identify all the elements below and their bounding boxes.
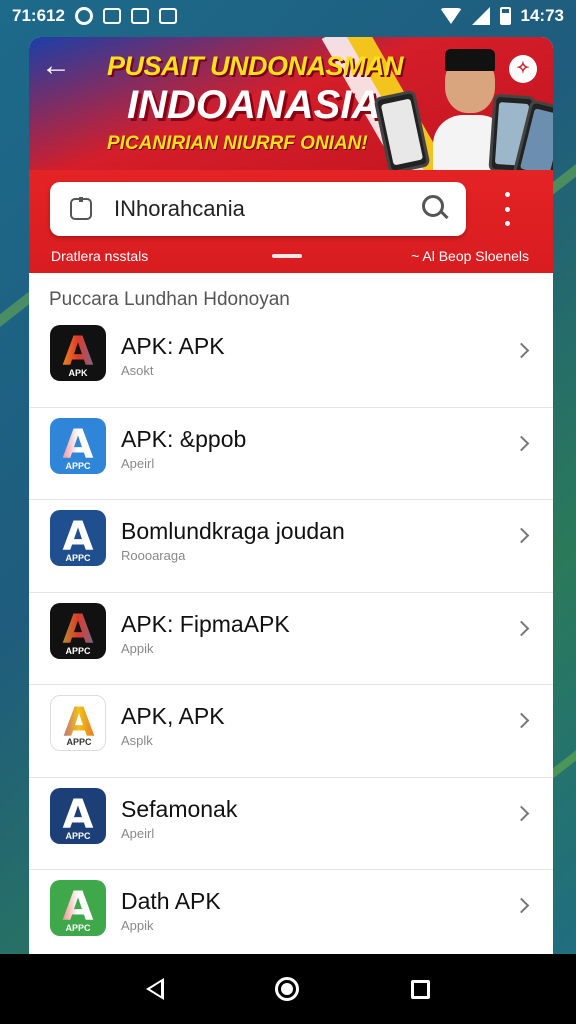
nav-back-icon[interactable]	[145, 978, 164, 1000]
app-list-item[interactable]: A APPC APK, APK Asplk	[29, 685, 553, 778]
app-name: APK, APK	[121, 703, 225, 729]
search-header: INhorahcania Dratlera nsstals ~ Al Beop …	[29, 170, 553, 273]
status-time-right: 14:73	[520, 6, 564, 25]
status-right: 14:73	[439, 6, 564, 26]
app-name: APK: FipmaAPK	[121, 610, 290, 637]
section-title: Puccara Lundhan Hdonoyan	[49, 289, 290, 310]
chevron-right-icon	[513, 342, 530, 359]
navigation-bar	[0, 954, 576, 1024]
banner-headline: PUSAIT UNDONASMAN	[107, 51, 404, 81]
chevron-right-icon	[513, 527, 530, 544]
drag-handle[interactable]	[272, 254, 302, 258]
app-icon-tag: APPC	[66, 737, 92, 747]
app-name: APK: APK	[121, 333, 225, 359]
app-list-item[interactable]: A APPC Dath APK Appik	[29, 870, 553, 955]
app-list-item[interactable]: A APPC Sefamonak Apeirl	[29, 778, 553, 870]
app-list-item[interactable]: A APPC APK: FipmaAPK Appik	[29, 593, 553, 685]
chevron-right-icon	[513, 620, 530, 636]
app-icon-tag: APPC	[65, 923, 91, 933]
status-time-left: 71:612	[12, 6, 65, 25]
status-left: 71:612	[12, 6, 177, 26]
chevron-right-icon	[513, 805, 530, 821]
badge-icon[interactable]: ✧	[509, 55, 537, 83]
search-icon[interactable]	[416, 189, 456, 229]
search-bar[interactable]: INhorahcania	[50, 182, 466, 236]
app-icon: A APPC	[50, 695, 106, 751]
gallery-icon	[158, 8, 177, 24]
promo-banner[interactable]: ← PUSAIT UNDONASMAN INDOANASIA PICANIRIA…	[29, 37, 553, 170]
app-name: Sefamonak	[121, 795, 238, 822]
app-icon: A APPC	[50, 787, 106, 844]
app-subtitle: Asplk	[121, 733, 153, 748]
app-name: Bomlundkraga joudan	[121, 518, 345, 544]
banner-title: INDOANASIA	[127, 83, 381, 127]
banner-tagline: PICANIRIAN NIURRF ONIAN!	[107, 133, 368, 154]
signal-icon	[471, 7, 490, 25]
more-options-icon[interactable]	[499, 192, 515, 226]
status-bar: 71:612 14:73	[0, 0, 576, 32]
chevron-right-icon	[513, 435, 530, 451]
app-icon: A APK	[50, 325, 106, 381]
app-card: ← PUSAIT UNDONASMAN INDOANASIA PICANIRIA…	[29, 37, 553, 955]
message-icon	[102, 8, 121, 24]
download-icon	[130, 8, 149, 24]
app-name: APK: &ppob	[121, 425, 247, 452]
app-icon: A APPC	[50, 880, 106, 936]
chevron-right-icon	[513, 712, 530, 729]
app-subtitle: Apeirl	[121, 825, 155, 841]
app-icon-tag: APPC	[65, 645, 91, 656]
battery-icon	[499, 7, 511, 25]
nav-recents-icon[interactable]	[411, 979, 431, 999]
app-list-item[interactable]: A APPC Bomlundkraga joudan Roooaraga	[29, 500, 553, 593]
app-icon: A APPC	[50, 510, 106, 566]
app-subtitle: Appik	[121, 640, 154, 656]
app-name: Dath APK	[121, 888, 221, 914]
filter-label-right[interactable]: ~ Al Beop Sloenels	[411, 248, 529, 264]
app-subtitle: Asokt	[121, 363, 154, 378]
app-subtitle: Apeirl	[121, 455, 155, 471]
chevron-right-icon	[513, 897, 530, 914]
app-list-item[interactable]: A APK APK: APK Asokt	[29, 315, 553, 408]
app-icon-tag: APPC	[65, 553, 91, 563]
app-list-item[interactable]: A APPC APK: &ppob Apeirl	[29, 408, 553, 500]
app-list: A APK APK: APK Asokt A APPC APK: &ppob Apeirl A A…	[29, 315, 553, 955]
filter-label-left[interactable]: Dratlera nsstals	[51, 248, 148, 264]
app-subtitle: Appik	[121, 918, 154, 933]
app-icon-tag: APK	[68, 368, 88, 378]
phone-illustration	[373, 89, 431, 170]
nav-home-icon[interactable]	[275, 977, 300, 1001]
app-icon: A APPC	[50, 602, 106, 659]
app-icon-tag: APPC	[65, 830, 91, 841]
back-arrow-icon[interactable]: ←	[41, 51, 73, 83]
notification-icon	[74, 7, 93, 25]
app-subtitle: Roooaraga	[121, 548, 186, 563]
app-icon-tag: APPC	[65, 460, 91, 471]
wifi-icon	[439, 8, 462, 24]
package-icon	[70, 197, 92, 220]
app-icon: A APPC	[50, 417, 106, 474]
search-input[interactable]: INhorahcania	[114, 196, 416, 222]
